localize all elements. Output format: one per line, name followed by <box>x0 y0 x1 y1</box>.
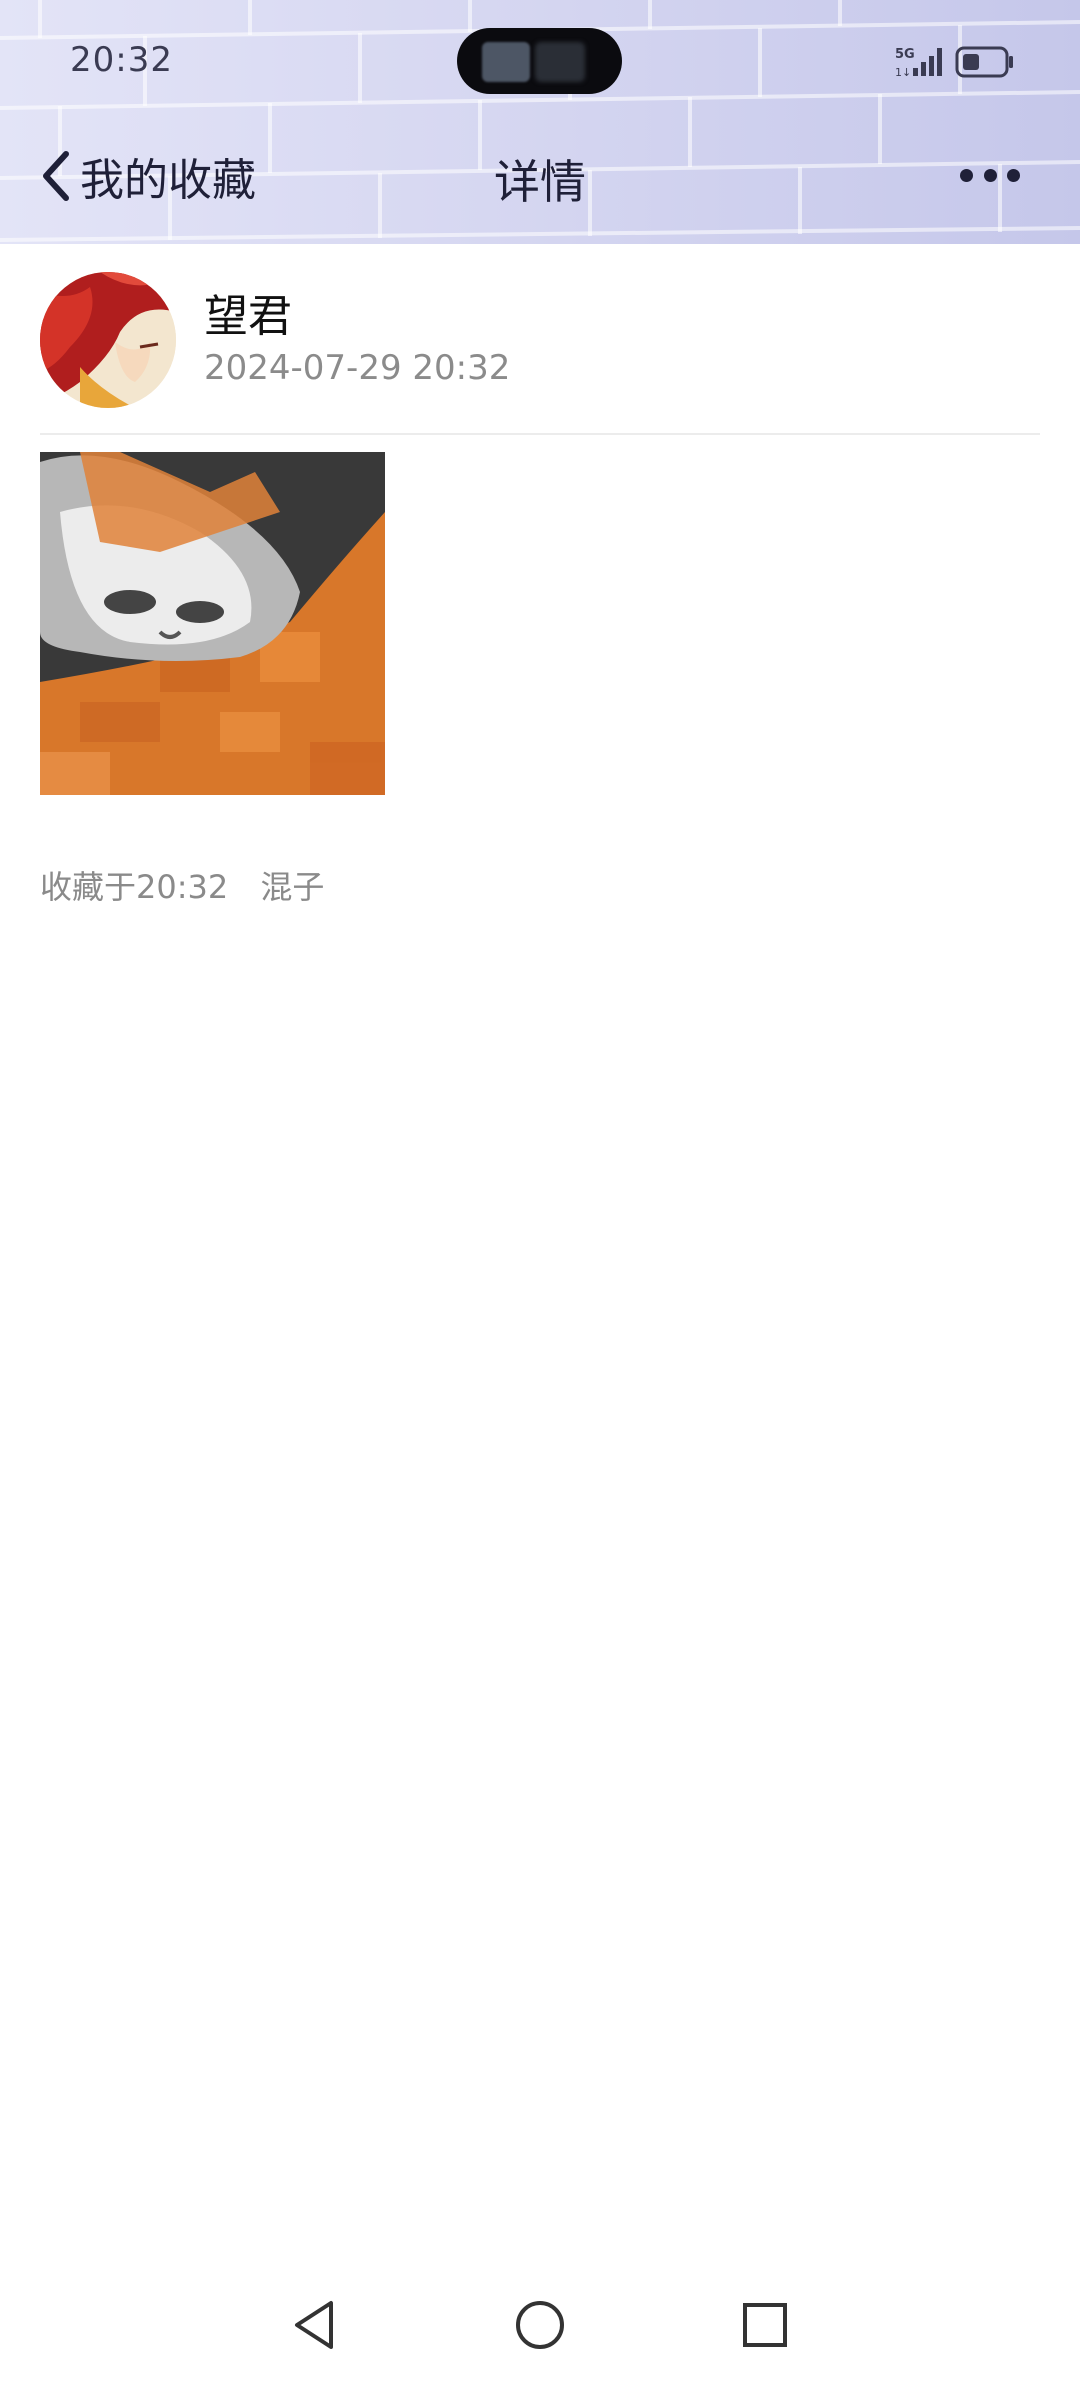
favorite-info: 收藏于20:32 混子 <box>40 862 324 908</box>
page-title: 详情 <box>494 155 586 209</box>
triangle-back-icon[interactable] <box>270 2280 360 2370</box>
author-name: 望君 <box>204 291 292 342</box>
status-time: 20:32 <box>70 40 173 80</box>
divider <box>40 433 1040 435</box>
favorited-image[interactable] <box>40 452 385 795</box>
system-nav-bar <box>0 2280 1080 2380</box>
camera-island <box>457 28 622 94</box>
favorite-tag[interactable]: 混子 <box>260 868 324 906</box>
more-dots-icon[interactable] <box>960 160 1020 190</box>
svg-text:1↓: 1↓ <box>895 66 911 78</box>
favorited-time: 收藏于20:32 <box>40 868 229 906</box>
circle-home-icon[interactable] <box>495 2280 585 2370</box>
top-header: 20:32 5G 1↓ 我的收藏 详情 <box>0 0 1080 244</box>
battery-icon <box>955 46 1013 78</box>
post-timestamp: 2024-07-29 20:32 <box>204 348 511 388</box>
network-label: 5G <box>895 47 915 62</box>
avatar[interactable] <box>40 272 176 408</box>
signal-bars-icon: 5G 1↓ <box>895 47 942 78</box>
square-recent-icon[interactable] <box>720 2280 810 2370</box>
